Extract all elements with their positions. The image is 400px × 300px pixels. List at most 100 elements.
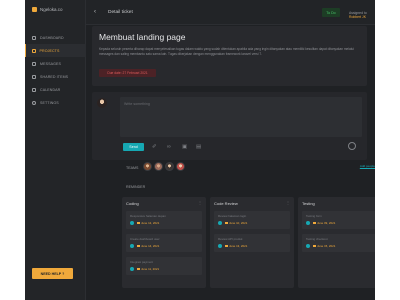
sidebar-item-label: SETTINGS bbox=[40, 100, 59, 105]
sidebar-nav: DASHBOARD PROJECTS MESSAGES SHARED ITEMS… bbox=[25, 31, 86, 109]
sidebar-item-label: CALENDAR bbox=[40, 87, 61, 92]
task-date: June 09, 2021 bbox=[313, 221, 335, 225]
status-dot-icon bbox=[218, 221, 222, 225]
status-dot-icon bbox=[306, 244, 310, 248]
brand-name: Ngeloka.co bbox=[40, 7, 63, 12]
status-dot-icon bbox=[130, 221, 134, 225]
board-title: Code Review bbox=[214, 201, 238, 206]
task-text: Review API produk bbox=[218, 237, 243, 241]
calendar-icon bbox=[313, 221, 316, 224]
ticket-description: Kepada seluruh peserta diharap dapat men… bbox=[99, 47, 354, 56]
status-dot-icon bbox=[306, 221, 310, 225]
task-date-text: June 11, 2021 bbox=[141, 267, 160, 271]
task-date: June 15, 2021 bbox=[313, 244, 335, 248]
messages-icon bbox=[32, 61, 36, 66]
board-menu-icon[interactable]: ⋮ bbox=[286, 200, 290, 205]
team-avatar[interactable] bbox=[143, 162, 152, 171]
file-icon[interactable]: ▤ bbox=[196, 144, 201, 150]
calendar-icon bbox=[137, 244, 140, 247]
task-date-text: June 15, 2021 bbox=[317, 244, 336, 248]
gear-icon bbox=[32, 100, 36, 105]
sidebar-item-label: SHARED ITEMS bbox=[40, 74, 69, 79]
task-text: Testing checkout bbox=[306, 237, 328, 241]
projects-icon bbox=[31, 48, 36, 53]
task-date: June 12, 2021 bbox=[137, 221, 159, 225]
task-card[interactable]: Review halaman login June 10, 2021 bbox=[214, 211, 290, 229]
calendar-icon bbox=[225, 221, 228, 224]
task-date-text: June 10, 2021 bbox=[229, 221, 248, 225]
status-badge[interactable]: To Do bbox=[322, 8, 340, 17]
ticket-title: Membuat landing page bbox=[99, 32, 186, 42]
team-avatar[interactable] bbox=[154, 162, 163, 171]
ticket-card: Membuat landing page Kepada seluruh pese… bbox=[92, 26, 367, 86]
need-help-button[interactable]: NEED HELP ? bbox=[32, 268, 73, 279]
attach-icon[interactable]: ✐ bbox=[152, 144, 157, 150]
sidebar: Ngeloka.co DASHBOARD PROJECTS MESSAGES S… bbox=[25, 0, 86, 300]
assigned-to: Assigned to Robbert JK bbox=[349, 11, 375, 19]
image-icon[interactable]: ▣ bbox=[182, 144, 187, 150]
app-window: Ngeloka.co DASHBOARD PROJECTS MESSAGES S… bbox=[25, 0, 375, 300]
sidebar-item-projects[interactable]: PROJECTS bbox=[25, 44, 86, 57]
task-date: June 10, 2021 bbox=[225, 221, 247, 225]
board-code-review: Code Review ⋮ Review halaman login June … bbox=[210, 197, 294, 288]
page-title: Detail ticket bbox=[108, 10, 133, 15]
sidebar-item-shared-items[interactable]: SHARED ITEMS bbox=[25, 70, 86, 83]
task-date: June 13, 2021 bbox=[225, 244, 247, 248]
sidebar-item-calendar[interactable]: CALENDAR bbox=[25, 83, 86, 96]
sidebar-item-label: DASHBOARD bbox=[40, 35, 64, 40]
link-icon[interactable]: ∞ bbox=[167, 144, 171, 150]
task-card[interactable]: Responsive halaman depan June 12, 2021 bbox=[126, 211, 202, 229]
task-date-text: June 13, 2021 bbox=[229, 244, 248, 248]
calendar-icon bbox=[137, 221, 140, 224]
status-dot-icon bbox=[218, 244, 222, 248]
task-text: Responsive halaman depan bbox=[130, 214, 166, 218]
add-people-link[interactable]: Add people bbox=[355, 164, 375, 168]
comment-input[interactable]: Write something bbox=[120, 97, 362, 137]
brand[interactable]: Ngeloka.co bbox=[32, 7, 63, 12]
task-date-text: June 12, 2021 bbox=[141, 221, 160, 225]
status-dot-icon bbox=[130, 267, 134, 271]
task-text: Testing form bbox=[306, 214, 322, 218]
task-card[interactable]: Integrasi payment June 11, 2021 bbox=[126, 257, 202, 275]
teams-label: TEAMS bbox=[126, 166, 139, 170]
board-menu-icon[interactable]: ⋮ bbox=[198, 200, 202, 205]
sidebar-item-label: MESSAGES bbox=[40, 61, 61, 66]
calendar-icon bbox=[313, 244, 316, 247]
logo-icon bbox=[32, 7, 37, 12]
task-date-text: June 09, 2021 bbox=[317, 221, 336, 225]
task-card[interactable]: Testing form June 09, 2021 bbox=[302, 211, 375, 229]
board-menu-icon[interactable]: ⋮ bbox=[374, 200, 375, 205]
task-card[interactable]: Testing checkout June 15, 2021 bbox=[302, 234, 375, 252]
comment-placeholder: Write something bbox=[124, 102, 150, 106]
due-date-badge: Due date: 27 Februari 2021 bbox=[99, 69, 156, 77]
sidebar-item-dashboard[interactable]: DASHBOARD bbox=[25, 31, 86, 44]
task-text: Create dashboard user bbox=[130, 237, 160, 241]
calendar-icon bbox=[32, 87, 36, 92]
send-button[interactable]: Send bbox=[123, 143, 144, 151]
comment-box: Write something Send ✐ ∞ ▣ ▤ bbox=[92, 92, 367, 160]
team-avatar[interactable] bbox=[176, 162, 185, 171]
board-testing: Testing ⋮ Testing form June 09, 2021 Tes… bbox=[298, 197, 375, 288]
task-date: June 14, 2021 bbox=[137, 244, 159, 248]
chevron-left-icon[interactable]: ‹ bbox=[94, 9, 96, 15]
sidebar-item-messages[interactable]: MESSAGES bbox=[25, 57, 86, 70]
task-date: June 11, 2021 bbox=[137, 267, 159, 271]
board-title: Coding bbox=[126, 201, 139, 206]
calendar-icon bbox=[137, 267, 140, 270]
status-dot-icon bbox=[130, 244, 134, 248]
sidebar-item-label: PROJECTS bbox=[39, 48, 60, 53]
task-card[interactable]: Review API produk June 13, 2021 bbox=[214, 234, 290, 252]
calendar-icon bbox=[225, 244, 228, 247]
task-date-text: June 14, 2021 bbox=[141, 244, 160, 248]
header-bar: ‹ Detail ticket To Do Assigned to Robber… bbox=[86, 0, 375, 25]
reminder-label: REMINDER bbox=[126, 185, 146, 189]
shared-icon bbox=[32, 74, 36, 79]
task-text: Review halaman login bbox=[218, 214, 247, 218]
task-text: Integrasi payment bbox=[130, 260, 153, 264]
team-avatar[interactable] bbox=[165, 162, 174, 171]
assignee-name[interactable]: Robbert JK bbox=[349, 15, 366, 19]
task-card[interactable]: Create dashboard user June 14, 2021 bbox=[126, 234, 202, 252]
emoji-icon[interactable] bbox=[348, 142, 356, 150]
sidebar-item-settings[interactable]: SETTINGS bbox=[25, 96, 86, 109]
dashboard-icon bbox=[32, 35, 36, 40]
